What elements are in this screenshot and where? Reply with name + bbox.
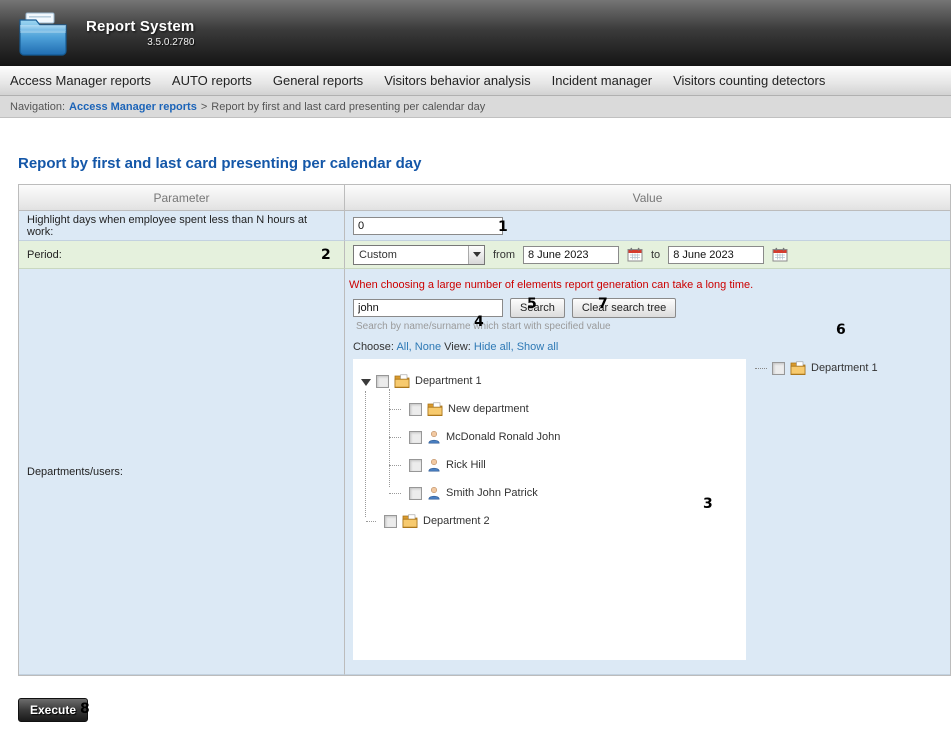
- checkbox-result-department-1[interactable]: [772, 362, 785, 375]
- period-row-label-cell: Period:: [19, 241, 344, 269]
- highlight-hours-row-value-cell: [344, 211, 950, 241]
- tree-item-label[interactable]: New department: [448, 403, 529, 415]
- app-header: Report System 3.5.0.2780: [0, 0, 951, 66]
- breadcrumb-link-access-manager-reports[interactable]: Access Manager reports: [69, 101, 197, 113]
- parameters-table: Parameter Value Highlight days when empl…: [18, 184, 951, 676]
- main-content: Report by first and last card presenting…: [0, 155, 951, 722]
- tree-root-group: New department McDonald Ronald: [359, 395, 746, 535]
- departments-tree: Department 1: [353, 359, 746, 660]
- column-header-value: Value: [344, 185, 950, 211]
- period-label: Period:: [27, 249, 62, 261]
- tree-item-rick-hill[interactable]: Rick Hill: [389, 451, 746, 479]
- departments-label: Departments/users:: [27, 466, 123, 478]
- checkbox-department-2[interactable]: [384, 515, 397, 528]
- folder-icon: [394, 374, 410, 388]
- highlight-hours-row-label-cell: Highlight days when employee spent less …: [19, 211, 344, 241]
- tree-item-mcdonald-ronald-john[interactable]: McDonald Ronald John: [389, 423, 746, 451]
- departments-row-value-cell: When choosing a large number of elements…: [344, 269, 950, 675]
- departments-row-label-cell: Departments/users:: [19, 269, 344, 675]
- search-result-tree-item-department-1[interactable]: Department 1: [755, 361, 878, 375]
- menu-item-incident-manager[interactable]: Incident manager: [552, 73, 652, 88]
- tree-item-new-department[interactable]: New department: [389, 395, 746, 423]
- search-hint: Search by name/surname which start with …: [356, 321, 950, 332]
- annotation-6: 6: [836, 322, 846, 338]
- annotation-8: 8: [80, 701, 90, 717]
- period-select-value: Custom: [359, 249, 397, 261]
- folder-icon: [427, 402, 443, 416]
- calendar-to-icon[interactable]: [772, 247, 788, 262]
- checkbox-smith-john-patrick[interactable]: [409, 487, 422, 500]
- department-1-children: New department McDonald Ronald: [389, 395, 746, 507]
- person-icon: [427, 486, 441, 500]
- folder-icon: [402, 514, 418, 528]
- highlight-hours-label: Highlight days when employee spent less …: [27, 214, 336, 238]
- person-icon: [427, 430, 441, 444]
- annotation-5: 5: [527, 296, 537, 312]
- footer: Execute: [18, 698, 951, 722]
- menu-item-visitors-behavior-analysis[interactable]: Visitors behavior analysis: [384, 73, 530, 88]
- tree-item-smith-john-patrick[interactable]: Smith John Patrick: [389, 479, 746, 507]
- choose-view-row: Choose: All, None View: Hide all, Show a…: [353, 341, 950, 353]
- collapse-arrow-icon[interactable]: [361, 379, 371, 386]
- app-title-block: Report System 3.5.0.2780: [86, 18, 194, 48]
- choose-all-link[interactable]: All,: [396, 341, 411, 353]
- hours-input[interactable]: [353, 217, 503, 235]
- period-from-label: from: [493, 249, 515, 261]
- annotation-7: 7: [598, 296, 608, 312]
- search-row: Search Clear search tree: [353, 298, 950, 318]
- date-from-input[interactable]: [523, 246, 619, 264]
- page-title: Report by first and last card presenting…: [18, 155, 951, 172]
- chevron-down-icon: [473, 252, 481, 257]
- calendar-from-icon[interactable]: [627, 247, 643, 262]
- annotation-1: 1: [498, 219, 508, 235]
- breadcrumb-current: Report by first and last card presenting…: [211, 101, 485, 113]
- search-button[interactable]: Search: [510, 298, 565, 318]
- checkbox-mcdonald-ronald-john[interactable]: [409, 431, 422, 444]
- period-row-value-cell: Custom from to: [344, 241, 950, 269]
- menu-item-visitors-counting-detectors[interactable]: Visitors counting detectors: [673, 73, 825, 88]
- tree-item-label[interactable]: Department 2: [423, 515, 490, 527]
- annotation-2: 2: [321, 247, 331, 263]
- annotation-3: 3: [703, 496, 713, 512]
- breadcrumb: Navigation: Access Manager reports > Rep…: [0, 96, 951, 118]
- folder-icon: [790, 361, 806, 375]
- large-selection-warning: When choosing a large number of elements…: [349, 279, 950, 291]
- date-to-input[interactable]: [668, 246, 764, 264]
- view-show-all-link[interactable]: Show all: [517, 341, 559, 353]
- tree-item-department-2[interactable]: Department 2: [359, 507, 746, 535]
- column-header-parameter: Parameter: [19, 185, 344, 211]
- checkbox-rick-hill[interactable]: [409, 459, 422, 472]
- app-version: 3.5.0.2780: [86, 37, 194, 48]
- tree-connector: [755, 368, 767, 369]
- tree-item-department-1[interactable]: Department 1: [359, 367, 746, 395]
- clear-search-tree-button[interactable]: Clear search tree: [572, 298, 676, 318]
- tree-item-label[interactable]: Department 1: [415, 375, 482, 387]
- main-menu: Access Manager reports AUTO reports Gene…: [0, 66, 951, 96]
- menu-item-auto-reports[interactable]: AUTO reports: [172, 73, 252, 88]
- select-dropdown-button[interactable]: [468, 246, 484, 264]
- tree-item-label[interactable]: Rick Hill: [446, 459, 486, 471]
- tree-item-label[interactable]: Smith John Patrick: [446, 487, 538, 499]
- tree-item-label[interactable]: Department 1: [811, 362, 878, 374]
- checkbox-department-1[interactable]: [376, 375, 389, 388]
- period-select[interactable]: Custom: [353, 245, 485, 265]
- tree-item-label[interactable]: McDonald Ronald John: [446, 431, 560, 443]
- breadcrumb-separator: >: [201, 101, 207, 113]
- annotation-4: 4: [474, 314, 484, 330]
- choose-none-link[interactable]: None: [415, 341, 441, 353]
- breadcrumb-prefix: Navigation:: [10, 101, 65, 113]
- period-to-label: to: [651, 249, 660, 261]
- view-label: View:: [444, 341, 471, 353]
- app-title: Report System: [86, 18, 194, 35]
- person-icon: [427, 458, 441, 472]
- report-system-logo-icon: [16, 10, 70, 56]
- view-hide-all-link[interactable]: Hide all,: [474, 341, 514, 353]
- menu-item-access-manager-reports[interactable]: Access Manager reports: [10, 73, 151, 88]
- menu-item-general-reports[interactable]: General reports: [273, 73, 363, 88]
- checkbox-new-department[interactable]: [409, 403, 422, 416]
- execute-button[interactable]: Execute: [18, 698, 88, 722]
- choose-label: Choose:: [353, 341, 394, 353]
